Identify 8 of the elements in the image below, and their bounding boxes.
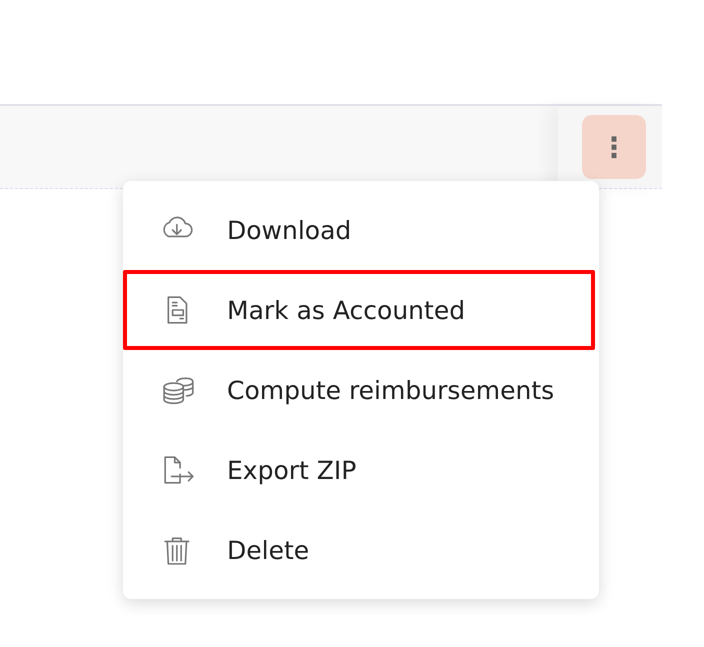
menu-item[interactable]: Compute reimbursements [123,350,595,430]
menu-item[interactable]: Mark as Accounted [123,270,595,350]
coins-icon [163,375,195,405]
menu-item[interactable]: Export ZIP [123,430,595,510]
more-button[interactable]: ⋮ [582,115,646,179]
export-icon [163,455,195,485]
menu-item[interactable]: Download [123,190,595,270]
menu-item[interactable]: Delete [123,510,595,590]
